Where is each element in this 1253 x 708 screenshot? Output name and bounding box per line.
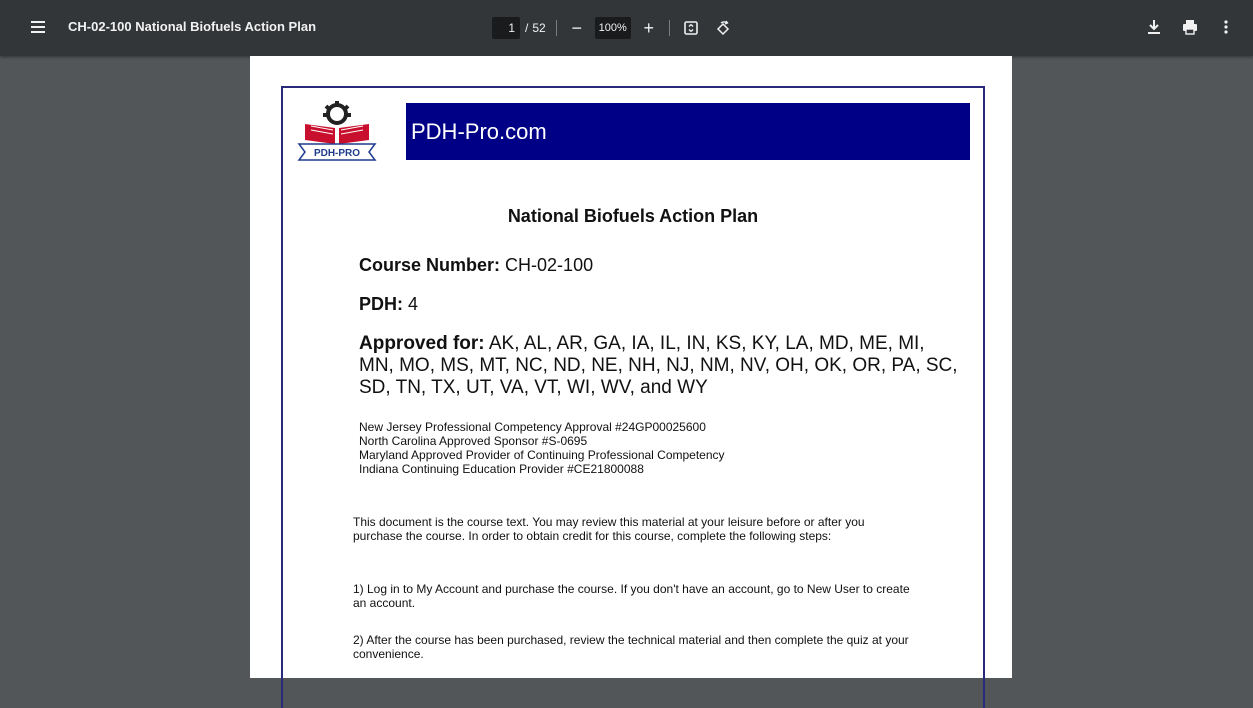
page-zoom-controls: 1 / 52 − 100% + — [492, 16, 734, 40]
page-separator: / — [525, 21, 529, 35]
approved-states: Approved for: AK, AL, AR, GA, IA, IL, IN… — [359, 333, 959, 399]
page-border: PDH-PRO PDH-Pro.com National Biofuels Ac… — [281, 86, 985, 708]
pdf-toolbar: CH-02-100 National Biofuels Action Plan … — [0, 0, 1253, 56]
logo-text: PDH-PRO — [314, 148, 360, 159]
pdh-label: PDH: — [359, 294, 403, 314]
pdh-pro-logo: PDH-PRO — [297, 100, 377, 164]
course-number-label: Course Number: — [359, 255, 501, 275]
site-banner: PDH-Pro.com — [406, 103, 970, 160]
course-number: Course Number: CH-02-100 — [359, 255, 593, 276]
zoom-out-button[interactable]: − — [567, 18, 587, 38]
page-total: 52 — [532, 21, 546, 35]
step-2-paragraph: 2) After the course has been purchased, … — [353, 633, 909, 661]
print-icon[interactable] — [1179, 16, 1201, 38]
divider — [555, 20, 557, 36]
menu-icon[interactable] — [28, 18, 48, 38]
approval-line: Maryland Approved Provider of Continuing… — [359, 448, 725, 462]
divider — [668, 20, 670, 36]
step-1-paragraph: 1) Log in to My Account and purchase the… — [353, 582, 910, 610]
course-title: National Biofuels Action Plan — [507, 206, 759, 226]
zoom-input[interactable]: 100% — [594, 17, 631, 39]
pdh-credits: PDH: 4 — [359, 294, 418, 315]
intro-paragraph: This document is the course text. You ma… — [353, 515, 865, 543]
zoom-in-button[interactable]: + — [639, 18, 659, 38]
pdf-page: PDH-PRO PDH-Pro.com National Biofuels Ac… — [250, 56, 1012, 708]
document-title: CH-02-100 National Biofuels Action Plan — [68, 19, 317, 34]
approval-line: Indiana Continuing Education Provider #C… — [359, 462, 644, 476]
approval-line: New Jersey Professional Competency Appro… — [359, 420, 706, 434]
download-icon[interactable] — [1143, 16, 1165, 38]
approvals-list: New Jersey Professional Competency Appro… — [359, 420, 725, 476]
approval-line: North Carolina Approved Sponsor #S-0695 — [359, 434, 588, 448]
more-icon[interactable] — [1215, 16, 1237, 38]
page-number-input[interactable]: 1 — [492, 17, 520, 39]
approved-label: Approved for: — [359, 333, 485, 354]
toolbar-actions — [1143, 16, 1237, 38]
pdh-value: 4 — [408, 294, 419, 314]
course-number-value: CH-02-100 — [505, 255, 594, 275]
rotate-icon[interactable] — [712, 17, 734, 39]
fit-page-icon[interactable] — [680, 17, 702, 39]
